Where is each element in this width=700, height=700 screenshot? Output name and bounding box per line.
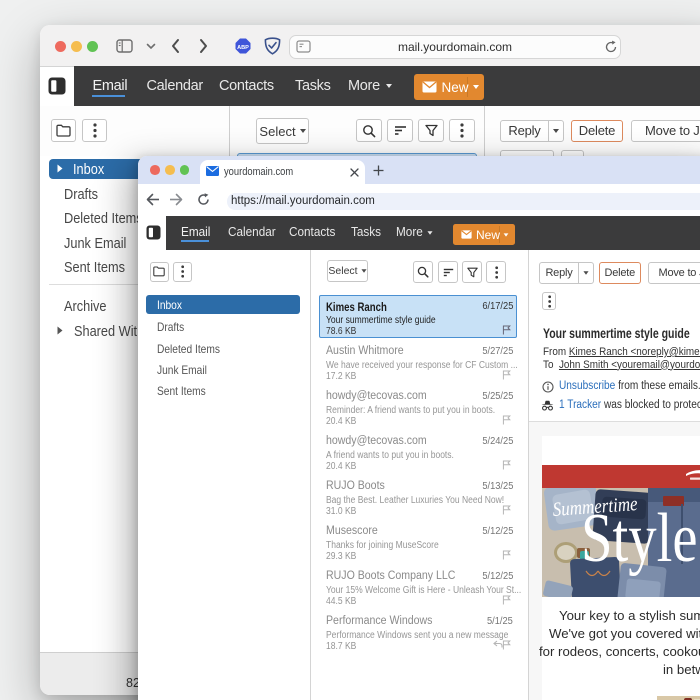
svg-text:ABP: ABP: [237, 45, 249, 51]
